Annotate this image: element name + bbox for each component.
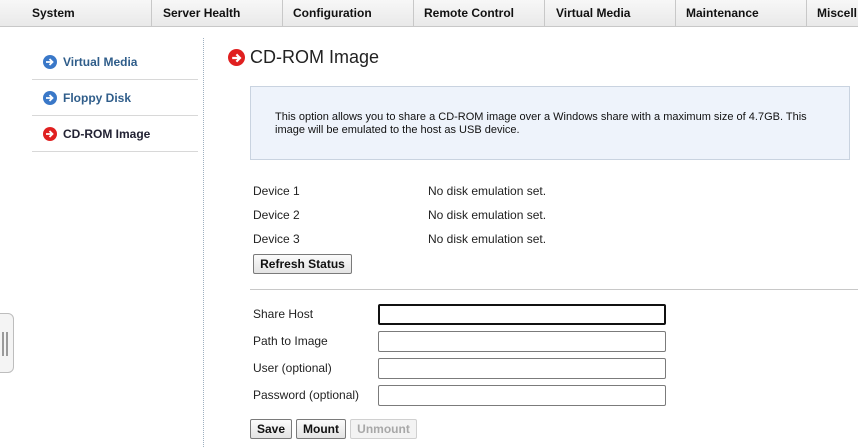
device-row: Device 3 No disk emulation set. [253, 232, 546, 246]
device-status: No disk emulation set. [428, 184, 547, 198]
sidebar-item-label: CD-ROM Image [63, 126, 151, 141]
nav-item-virtual-media[interactable]: Virtual Media [545, 0, 676, 26]
save-button[interactable]: Save [250, 419, 292, 439]
nav-item-server-health[interactable]: Server Health [152, 0, 283, 26]
sidebar: Virtual Media Floppy Disk CD-ROM Image [32, 44, 198, 152]
user-label: User (optional) [253, 361, 332, 375]
device-status: No disk emulation set. [428, 232, 547, 246]
path-to-image-label: Path to Image [253, 334, 328, 348]
device-label: Device 2 [253, 208, 300, 222]
nav-item-configuration[interactable]: Configuration [283, 0, 414, 26]
refresh-status-button[interactable]: Refresh Status [253, 254, 352, 274]
device-label: Device 3 [253, 232, 300, 246]
info-box: This option allows you to share a CD-ROM… [250, 86, 850, 160]
arrow-right-icon [43, 90, 57, 105]
drag-handle[interactable] [0, 313, 14, 373]
arrow-right-icon [43, 126, 57, 141]
device-label: Device 1 [253, 184, 300, 198]
mount-button[interactable]: Mount [296, 419, 346, 439]
nav-item-system[interactable]: System [0, 0, 152, 26]
share-host-input[interactable] [378, 304, 666, 325]
nav-item-miscellaneous[interactable]: Miscell [807, 0, 858, 26]
top-nav-bar: System Server Health Configuration Remot… [0, 0, 858, 27]
grip-line [2, 332, 4, 356]
user-input[interactable] [378, 358, 666, 379]
section-divider [250, 289, 858, 290]
path-to-image-input[interactable] [378, 331, 666, 352]
sidebar-item-virtual-media[interactable]: Virtual Media [32, 44, 198, 80]
sidebar-item-floppy-disk[interactable]: Floppy Disk [32, 80, 198, 116]
grip-line [6, 332, 8, 356]
sidebar-item-cd-rom-image[interactable]: CD-ROM Image [32, 116, 198, 152]
device-status: No disk emulation set. [428, 208, 547, 222]
device-row: Device 1 No disk emulation set. [253, 184, 546, 198]
unmount-button[interactable]: Unmount [350, 419, 417, 439]
nav-item-maintenance[interactable]: Maintenance [676, 0, 807, 26]
device-row: Device 2 No disk emulation set. [253, 208, 546, 222]
page-title: CD-ROM Image [228, 47, 379, 68]
sidebar-item-label: Virtual Media [63, 54, 138, 69]
arrow-right-icon [43, 54, 57, 69]
arrow-right-icon [228, 49, 245, 66]
page-title-text: CD-ROM Image [250, 47, 380, 67]
share-host-label: Share Host [253, 307, 314, 321]
sidebar-divider [203, 38, 204, 447]
sidebar-item-label: Floppy Disk [63, 90, 132, 105]
nav-item-remote-control[interactable]: Remote Control [414, 0, 545, 26]
password-label: Password (optional) [253, 388, 360, 402]
password-input[interactable] [378, 385, 666, 406]
